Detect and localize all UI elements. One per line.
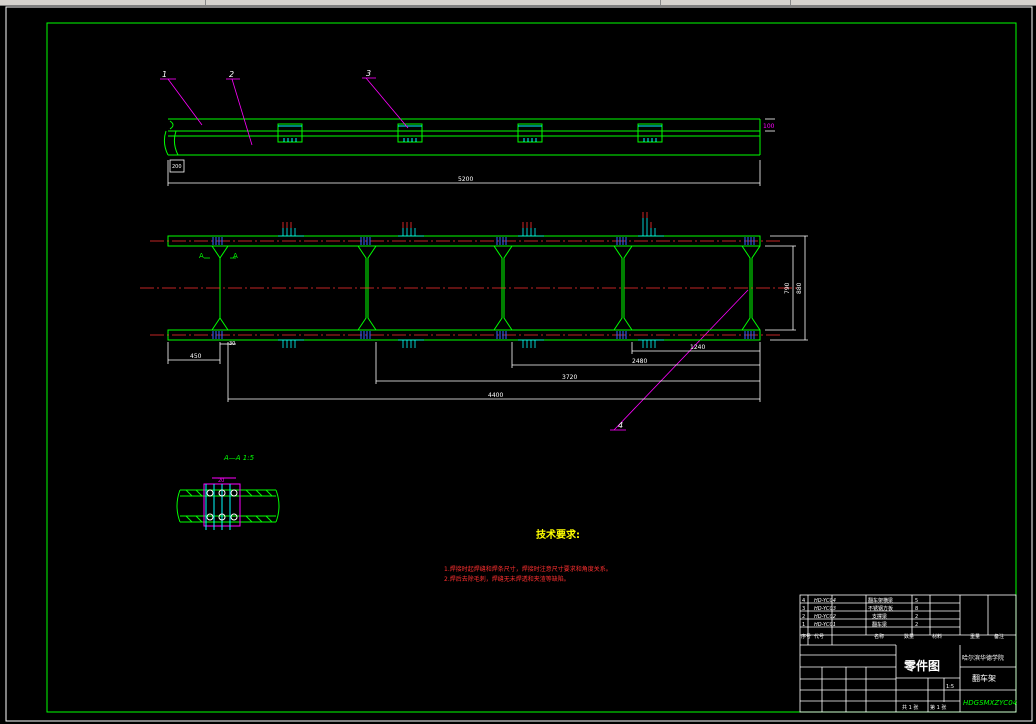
balloon-3: 3 [366,69,371,78]
tech-req-title: 技术要求: [536,528,580,541]
title-block [799,594,1017,713]
plan-view-dimensions [167,235,808,402]
tb-row-1-name: 翻车梁 [872,621,887,628]
dim-plan-3720: 3720 [562,374,577,381]
section-mark-a-right: A [233,252,238,260]
section-mark-a-left: A [199,252,204,260]
plan-view-ext-ticks [282,212,652,228]
dim-plan-inner-width: 790 [784,282,791,294]
tb-drawing-no: HDGSMXZYC04 [963,699,1017,707]
tb-header-weight: 重量 [970,633,980,640]
dim-top-height: 100 [763,123,775,130]
tb-row-3-code: HD-YC03 [814,606,836,612]
tb-sheet-total: 共 1 张 [902,704,918,711]
dim-plan-4400: 4400 [488,392,503,399]
dim-plan-2480: 2480 [632,358,647,365]
tb-school: 哈尔滨华德学院 [962,654,1004,662]
balloon-4: 4 [618,421,623,430]
tb-header-material: 材料 [932,633,942,640]
front-view [163,118,761,156]
front-view-plate-tops [278,125,662,142]
balloon-2: 2 [229,70,234,79]
dim-top-length: 5200 [458,176,473,183]
tb-row-3-no: 3 [802,606,805,612]
tb-row-2-name: 支撑梁 [872,613,887,620]
tb-row-1-code: HD-YC01 [814,622,836,628]
tb-part-name: 翻车架 [972,673,996,683]
tb-row-1-qty: 2 [915,622,918,628]
tb-header-qty: 数量 [904,633,914,640]
tb-header-note: 备注 [994,633,1004,640]
tb-row-3-name: 不锈钢方板 [868,605,893,612]
section-aa-label: A—A 1:5 [223,454,255,462]
tb-drawing-kind: 零件图 [903,658,940,673]
tb-header-no: 序号 [801,633,811,640]
tb-row-4-code: HD-YC04 [814,598,836,604]
tb-row-4-name: 翻车架横梁 [868,597,893,604]
tech-req-line-2: 2.焊后去除毛刺，焊缝无未焊透和夹渣等缺陷。 [444,575,570,583]
section-aa-dim: 20 [218,478,224,484]
cad-drawing-canvas[interactable]: 100 200 5200 1 2 3 4 A A 450 30 1240 248… [0,0,1036,724]
plan-view-plates [278,218,664,348]
tb-sheet-page: 第 1 张 [930,704,946,711]
dim-plan-outer-width: 880 [796,282,803,294]
dim-plan-small: 30 [229,341,235,347]
tb-row-1-no: 1 [802,622,805,628]
dim-top-stub: 200 [172,164,182,170]
dim-plan-bay: 1240 [690,344,705,351]
tb-row-3-qty: 8 [915,606,918,612]
tb-scale: 1:5 [946,684,954,690]
plan-view-centerlines [140,240,800,336]
tech-req-line-1: 1.焊接时起焊缝和焊条尺寸，焊接时注意尺寸要求和角度关系。 [444,565,612,573]
tb-row-2-no: 2 [802,614,805,620]
tb-row-2-code: HD-YC02 [814,614,836,620]
dim-plan-left-offset: 450 [190,353,202,360]
section-aa-view [176,477,280,530]
tb-header-name: 名称 [874,633,884,640]
balloon-1: 1 [162,70,167,79]
tb-row-4-no: 4 [802,598,805,604]
tb-header-code: 代号 [814,633,824,640]
tb-row-4-qty: 5 [915,598,918,604]
tb-row-2-qty: 2 [915,614,918,620]
